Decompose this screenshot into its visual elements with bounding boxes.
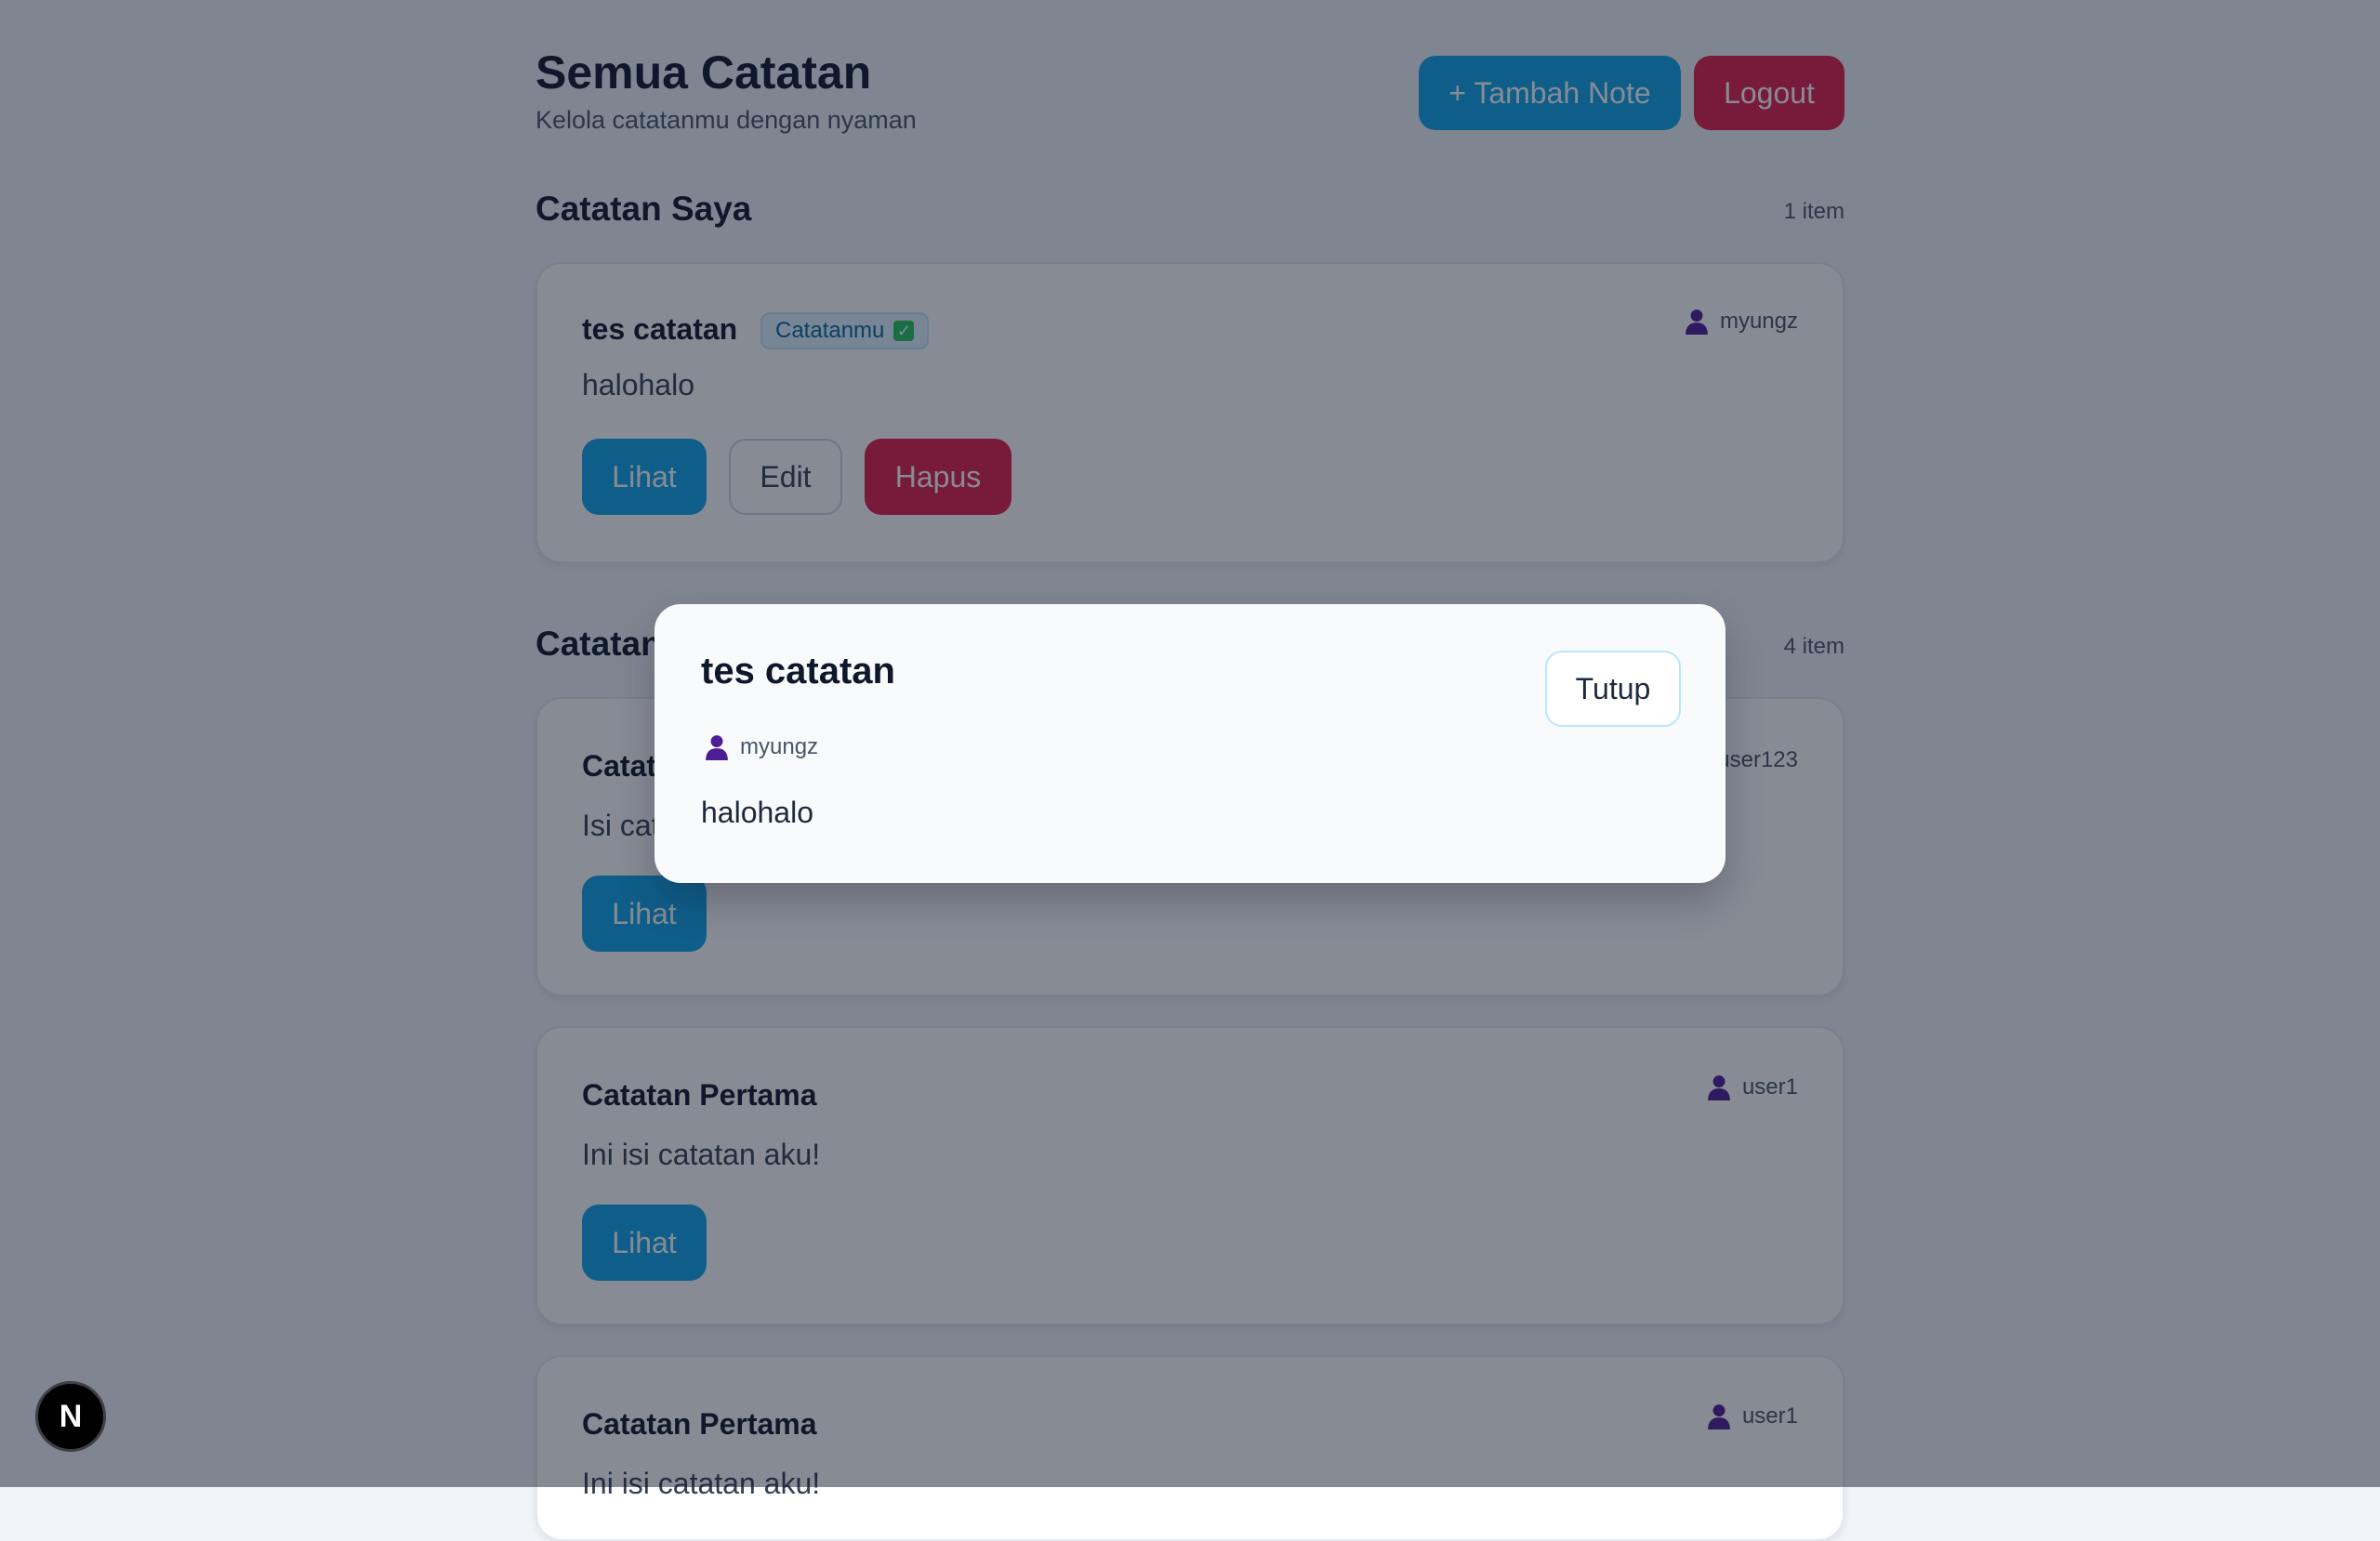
nextjs-dev-badge[interactable]: N <box>35 1381 106 1452</box>
modal-body: halohalo <box>701 796 813 829</box>
modal-owner-name: myungz <box>740 734 819 759</box>
note-detail-modal: tes catatan myungz halohalo Tutup <box>654 604 1726 883</box>
close-button[interactable]: Tutup <box>1545 651 1681 727</box>
modal-title: tes catatan <box>701 651 895 691</box>
user-icon <box>705 734 729 760</box>
modal-owner: myungz <box>705 734 818 760</box>
